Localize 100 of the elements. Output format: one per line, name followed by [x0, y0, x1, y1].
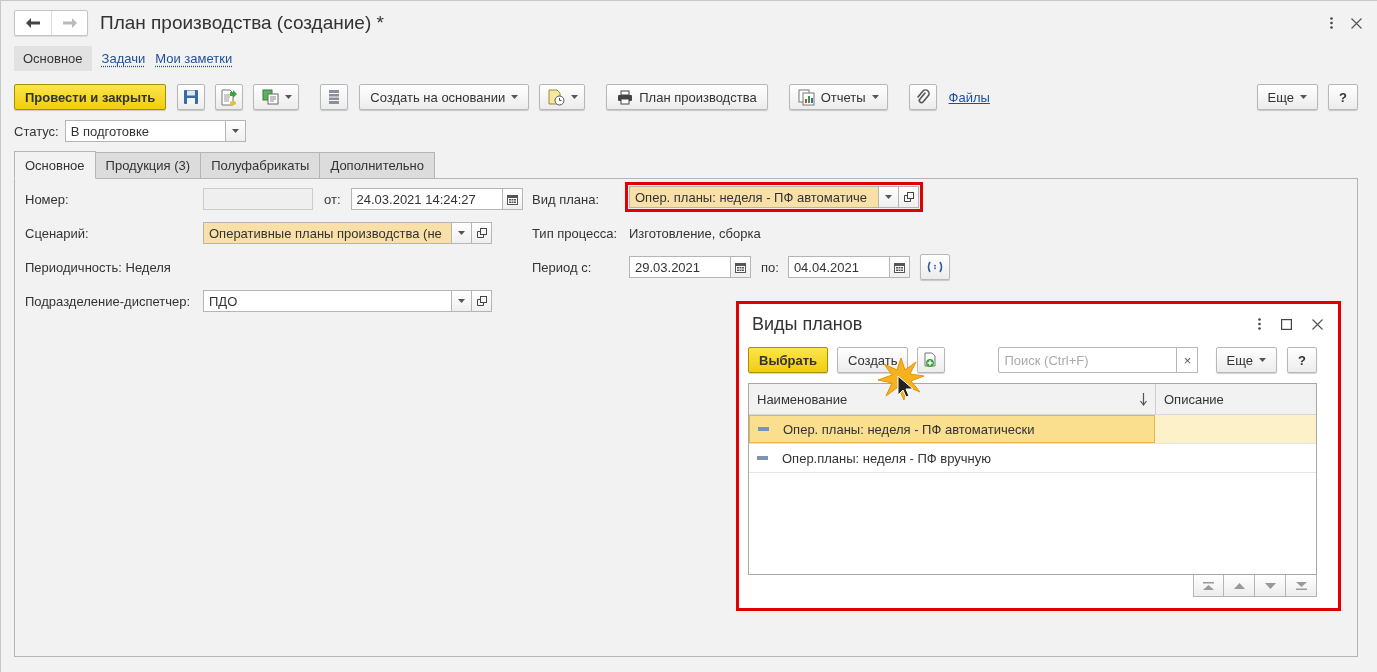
create-based-on-button[interactable]: Создать на основании	[359, 84, 530, 110]
paperclip-icon	[915, 89, 930, 105]
last-icon	[1295, 581, 1307, 590]
field-label: Тип процесса:	[532, 225, 619, 241]
copy-button[interactable]	[253, 84, 300, 110]
files-link[interactable]: Файлы	[948, 89, 990, 105]
caret-icon	[511, 95, 519, 99]
more-button[interactable]: Еще	[1215, 347, 1277, 373]
more-button[interactable]: Еще	[1256, 84, 1318, 110]
scroll-bottom-button[interactable]	[1286, 575, 1317, 597]
nav-tab[interactable]: Мои заметки	[155, 45, 233, 71]
add-document-icon	[924, 352, 939, 368]
status-field[interactable]: В подготовке	[64, 120, 226, 142]
period-icon	[926, 261, 943, 273]
table-cell: Опер.планы: неделя - ПФ вручную	[782, 450, 992, 466]
column-header[interactable]: Описание	[1164, 391, 1224, 407]
attach-button[interactable]	[908, 84, 937, 110]
scroll-up-button[interactable]	[1224, 575, 1255, 597]
table-row[interactable]: Опер.планы: неделя - ПФ вручную	[749, 444, 1316, 473]
field-label: от:	[324, 191, 341, 207]
calendar-button[interactable]	[502, 188, 523, 210]
select-button[interactable]: Выбрать	[748, 347, 829, 373]
field-label: Сценарий:	[25, 225, 90, 241]
nav-tab[interactable]: Задачи	[101, 45, 146, 71]
copy-icon	[262, 89, 280, 105]
scroll-top-button[interactable]	[1193, 575, 1224, 597]
tab[interactable]: Дополнительно	[320, 152, 435, 179]
table-cell: Опер. планы: неделя - ПФ автоматически	[783, 421, 1035, 437]
field-label: Период с:	[532, 259, 593, 275]
number-field[interactable]	[203, 188, 313, 210]
tab[interactable]: Продукция (3)	[95, 152, 202, 179]
caret-icon	[285, 95, 293, 99]
field-label: Номер:	[25, 191, 70, 207]
caret-icon	[571, 95, 579, 99]
calendar-button[interactable]	[889, 256, 910, 278]
dropdown-button[interactable]	[879, 186, 899, 208]
column-header[interactable]: Наименование	[757, 391, 848, 407]
maximize-icon[interactable]	[1281, 318, 1292, 330]
tab[interactable]: Основное	[14, 151, 96, 179]
report-icon	[797, 88, 815, 106]
save-icon	[183, 89, 200, 105]
post-button[interactable]	[215, 84, 244, 110]
clear-button[interactable]: ×	[1177, 347, 1199, 373]
calendar-icon	[506, 193, 518, 205]
down-icon	[1264, 582, 1276, 589]
open-button[interactable]	[472, 290, 492, 312]
calendar-icon	[893, 261, 905, 273]
calendar-icon	[735, 261, 746, 273]
caret-icon	[1300, 95, 1307, 99]
scroll-down-button[interactable]	[1255, 575, 1286, 597]
dropdown-button[interactable]	[452, 222, 472, 244]
dropdown-button[interactable]	[225, 120, 246, 142]
open-button[interactable]	[472, 222, 492, 244]
document-clock-icon	[548, 88, 566, 106]
more-icon[interactable]	[1330, 17, 1333, 29]
list-button[interactable]	[320, 84, 349, 110]
date-field[interactable]: 24.03.2021 14:24:27	[350, 188, 503, 210]
close-icon[interactable]	[1351, 17, 1362, 29]
field-label: по:	[761, 259, 779, 275]
document-clock-button[interactable]	[539, 84, 586, 110]
calendar-button[interactable]	[731, 256, 751, 278]
period-end-field[interactable]: 04.04.2021	[787, 256, 890, 278]
period-button[interactable]	[919, 254, 950, 280]
nav-tab[interactable]: Основное	[14, 45, 92, 71]
sort-arrow-icon	[1140, 392, 1147, 406]
tab[interactable]: Полуфабрикаты	[201, 152, 321, 179]
open-button[interactable]	[899, 186, 919, 208]
open-icon	[903, 192, 914, 202]
period-start-field[interactable]: 29.03.2021	[629, 256, 731, 278]
open-icon	[476, 228, 487, 238]
status-label: Статус:	[14, 123, 59, 139]
help-button[interactable]: ?	[1287, 347, 1317, 373]
reports-button[interactable]: Отчеты	[788, 84, 888, 110]
field-label: Вид плана:	[532, 191, 600, 207]
help-button[interactable]: ?	[1328, 84, 1358, 110]
caret-icon	[458, 231, 465, 235]
search-field[interactable]: Поиск (Ctrl+F)	[998, 347, 1178, 373]
caret-icon	[871, 95, 879, 99]
open-icon	[476, 296, 487, 306]
process-type-value: Изготовление, сборка	[629, 225, 761, 241]
back-arrow-icon	[26, 18, 40, 28]
first-icon	[1203, 581, 1214, 590]
table-row[interactable]: Опер. планы: неделя - ПФ автоматически	[749, 415, 1316, 444]
dropdown-button[interactable]	[452, 290, 472, 312]
item-icon	[757, 456, 768, 460]
post-and-close-button[interactable]: Провести и закрыть	[14, 84, 167, 110]
plan-kind-field[interactable]: Опер. планы: неделя - ПФ автоматиче	[629, 186, 879, 208]
caret-icon	[885, 195, 892, 199]
scenario-field[interactable]: Оперативные планы производства (не	[203, 222, 452, 244]
field-label: Подразделение-диспетчер:	[25, 293, 192, 309]
department-field[interactable]: ПДО	[203, 290, 452, 312]
forward-arrow-icon	[62, 18, 77, 28]
caret-icon	[1259, 358, 1266, 362]
dialog-title: Виды планов	[752, 313, 863, 335]
list-icon	[328, 89, 341, 105]
close-icon[interactable]	[1312, 318, 1323, 330]
print-button[interactable]: План производства	[606, 84, 768, 110]
save-button[interactable]	[177, 84, 206, 110]
up-icon	[1233, 582, 1245, 589]
more-icon[interactable]	[1258, 318, 1261, 330]
